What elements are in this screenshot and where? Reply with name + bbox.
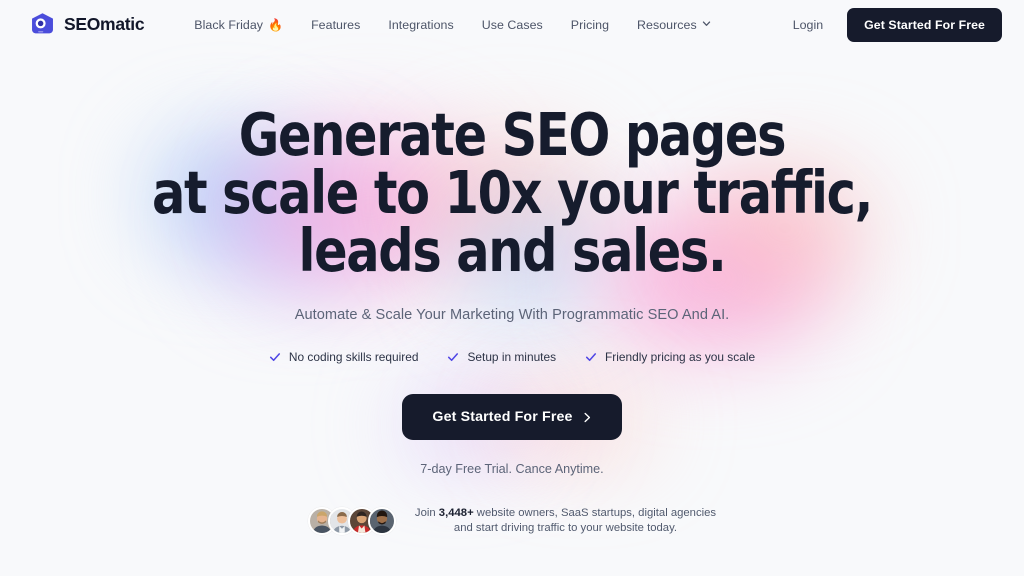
hero-get-started-button[interactable]: Get Started For Free [402, 394, 622, 440]
login-link[interactable]: Login [785, 12, 831, 38]
social-proof-line-2: and start driving traffic to your websit… [453, 522, 678, 534]
nav-item-integrations[interactable]: Integrations [374, 12, 467, 38]
hero-feature-list: No coding skills required Setup in minut… [0, 350, 1024, 364]
avatar-stack [307, 507, 396, 535]
nav-item-pricing[interactable]: Pricing [557, 12, 623, 38]
social-proof-line-1: Join 3,448+ website owners, SaaS startup… [415, 506, 716, 521]
social-proof-suffix: website owners, SaaS startups, digital a… [473, 507, 717, 519]
hero-section: Generate SEO pages at scale to 10x your … [0, 49, 1024, 536]
header-actions: Login Get Started For Free [785, 7, 1002, 42]
nav-label-black-friday: Black Friday [194, 17, 264, 32]
social-proof-text: Join 3,448+ website owners, SaaS startup… [415, 506, 716, 536]
brand-name: SEOmatic [64, 14, 145, 34]
check-icon [585, 353, 597, 362]
main-navigation: Black Friday 🔥 Features Integrations Use… [180, 12, 724, 38]
headline-line-2: at scale to 10x your traffic, [151, 158, 873, 227]
headline-line-3: leads and sales. [298, 216, 727, 285]
social-proof-count: 3,448+ [438, 507, 474, 519]
nav-item-resources[interactable]: Resources [623, 12, 725, 38]
social-proof: Join 3,448+ website owners, SaaS startup… [0, 506, 1024, 536]
site-header: SEOmatic Black Friday 🔥 Features Integra… [0, 0, 1024, 49]
seomatic-logo-icon [32, 13, 53, 34]
nav-item-features[interactable]: Features [297, 12, 374, 38]
brand-logo-link[interactable]: SEOmatic [30, 12, 145, 37]
hero-subheadline: Automate & Scale Your Marketing With Pro… [294, 307, 730, 323]
header-get-started-button[interactable]: Get Started For Free [847, 7, 1002, 42]
hero-headline: Generate SEO pages at scale to 10x your … [36, 100, 988, 285]
feature-item-setup-minutes: Setup in minutes [447, 350, 556, 364]
chevron-down-icon [702, 21, 710, 26]
feature-label-friendly-pricing: Friendly pricing as you scale [605, 350, 756, 364]
trial-note: 7-day Free Trial. Cance Anytime. [420, 462, 604, 476]
hero-cta-label: Get Started For Free [432, 409, 573, 425]
feature-item-no-coding: No coding skills required [269, 350, 419, 364]
feature-item-friendly-pricing: Friendly pricing as you scale [585, 350, 755, 364]
feature-label-no-coding: No coding skills required [288, 350, 419, 364]
fire-icon: 🔥 [268, 17, 284, 32]
nav-item-black-friday[interactable]: Black Friday 🔥 [180, 12, 297, 38]
chevron-right-icon [584, 412, 590, 422]
hero-cta-wrapper: Get Started For Free [0, 394, 1024, 440]
check-icon [269, 353, 280, 362]
social-proof-prefix: Join [414, 507, 439, 519]
nav-label-resources: Resources [637, 17, 697, 32]
headline-line-1: Generate SEO pages [238, 100, 787, 169]
avatar-person-4 [367, 507, 396, 535]
nav-item-use-cases[interactable]: Use Cases [468, 12, 557, 38]
check-icon [448, 353, 459, 362]
feature-label-setup-minutes: Setup in minutes [467, 350, 557, 364]
